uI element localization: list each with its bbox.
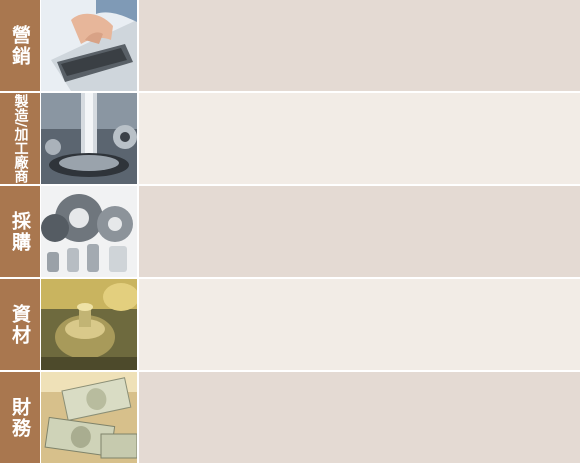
label-text: 製造/加工廠商 xyxy=(12,93,29,184)
panel-marketing xyxy=(139,0,580,91)
category-grid: 營銷 製造/加工廠商 採購 資材 財務 xyxy=(0,0,580,464)
machining-tool-photo xyxy=(41,93,137,184)
laptop-illustration xyxy=(41,0,137,91)
panel-finance xyxy=(139,372,580,463)
panel-manufacturing xyxy=(139,93,580,184)
label-text: 營銷 xyxy=(9,24,31,67)
gears-and-bushings-photo xyxy=(41,186,137,277)
label-finance: 財務 xyxy=(0,372,40,463)
money-illustration xyxy=(41,372,137,463)
laptop-typing-photo xyxy=(41,0,137,91)
panel-purchasing xyxy=(139,186,580,277)
row-materials: 資材 xyxy=(0,279,580,370)
label-marketing: 營銷 xyxy=(0,0,40,91)
label-text: 採購 xyxy=(9,210,31,253)
gears-illustration xyxy=(41,186,137,277)
row-marketing: 營銷 xyxy=(0,0,580,91)
valve-fitting-photo xyxy=(41,279,137,370)
row-finance: 財務 xyxy=(0,372,580,463)
label-text: 資材 xyxy=(9,303,31,346)
row-purchasing: 採購 xyxy=(0,186,580,277)
row-manufacturing: 製造/加工廠商 xyxy=(0,93,580,184)
label-materials: 資材 xyxy=(0,279,40,370)
label-purchasing: 採購 xyxy=(0,186,40,277)
label-text: 財務 xyxy=(9,396,31,439)
panel-materials xyxy=(139,279,580,370)
machining-illustration xyxy=(41,93,137,184)
label-manufacturing: 製造/加工廠商 xyxy=(0,93,40,184)
dollar-bills-photo xyxy=(41,372,137,463)
fitting-illustration xyxy=(41,279,137,370)
